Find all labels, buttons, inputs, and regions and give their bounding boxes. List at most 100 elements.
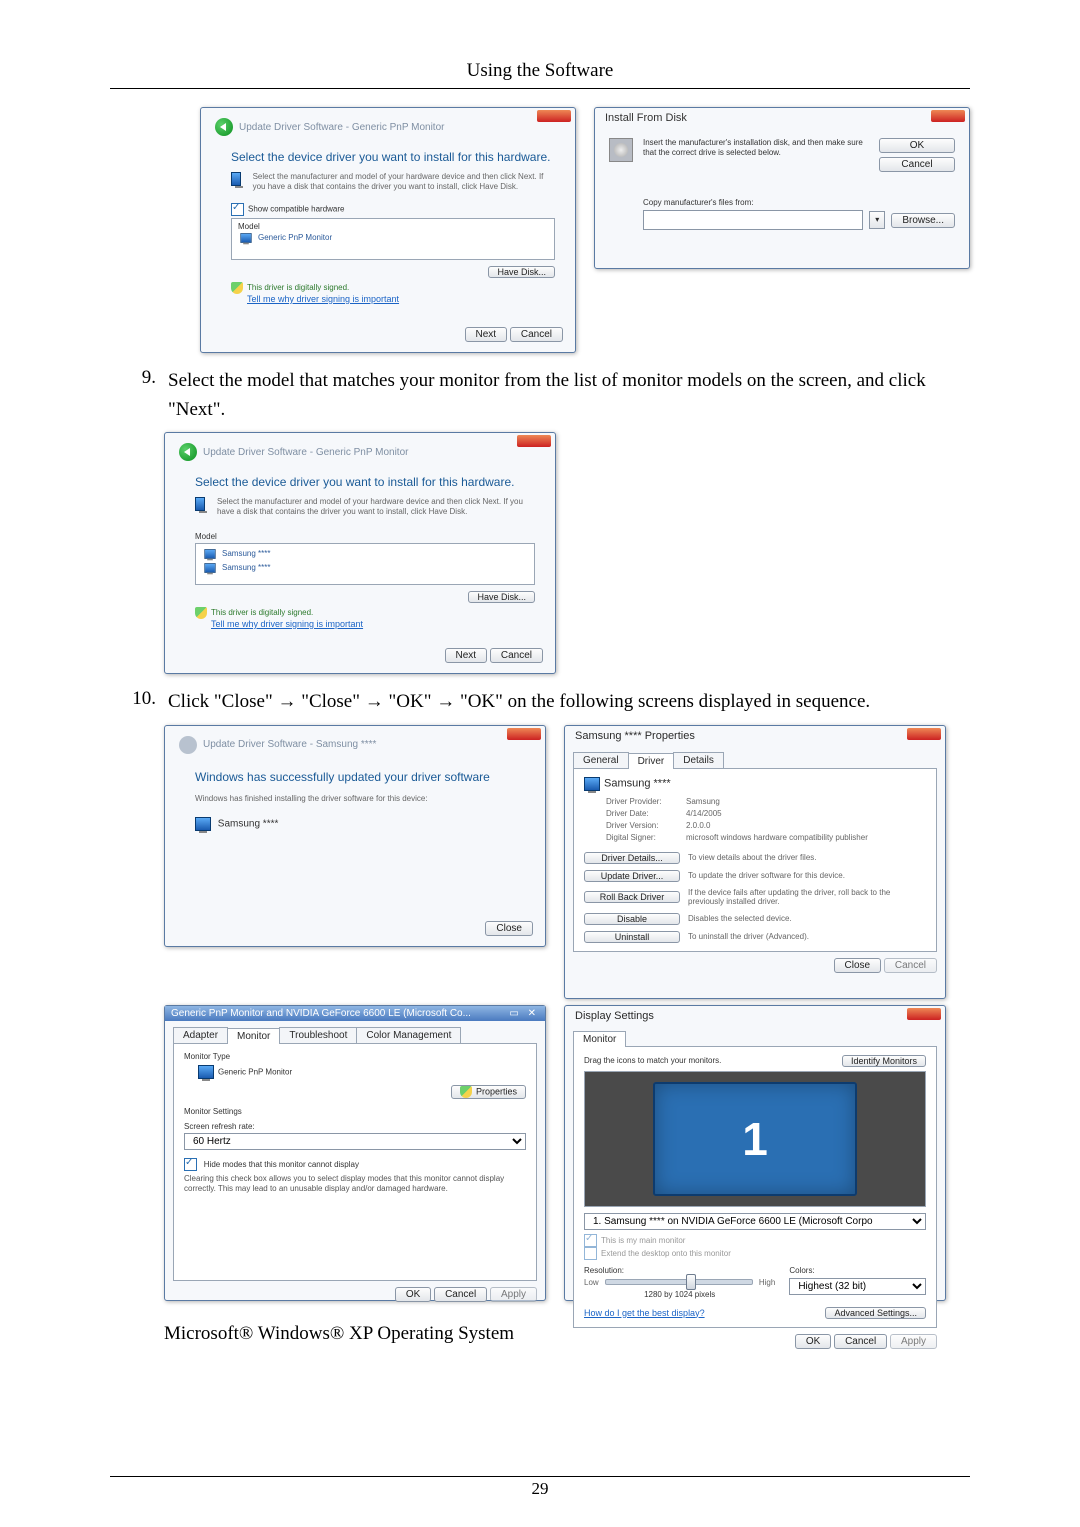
page-header-title: Using the Software	[110, 60, 970, 82]
value-signer: microsoft windows hardware compatibility…	[686, 833, 926, 842]
uninstall-text: To uninstall the driver (Advanced).	[688, 932, 926, 941]
wizard-select-driver-window: Update Driver Software - Generic PnP Mon…	[164, 432, 556, 674]
tabbar: General Driver Details	[573, 752, 937, 769]
uninstall-button[interactable]: Uninstall	[584, 931, 680, 943]
group-monitor-type: Monitor Type	[184, 1052, 526, 1061]
monitor-icon	[195, 497, 205, 511]
resolution-high: High	[759, 1278, 775, 1287]
tab-details[interactable]: Details	[673, 752, 724, 768]
header-rule	[110, 88, 970, 89]
resolution-slider[interactable]	[605, 1279, 753, 1285]
cancel-button: Cancel	[884, 958, 937, 973]
step-number: 9.	[110, 367, 168, 424]
driver-signed-text: This driver is digitally signed.	[247, 283, 349, 292]
tab-adapter[interactable]: Adapter	[173, 1027, 228, 1043]
model-row[interactable]: Samsung ****	[222, 549, 270, 558]
cancel-button[interactable]: Cancel	[490, 648, 543, 663]
next-button[interactable]: Next	[445, 648, 488, 663]
close-button[interactable]: Close	[834, 958, 882, 973]
tab-monitor[interactable]: Monitor	[227, 1028, 280, 1044]
cancel-button[interactable]: Cancel	[879, 157, 955, 172]
page-number: 29	[0, 1479, 1080, 1499]
copy-from-input[interactable]	[643, 210, 863, 230]
dialog-title: Display Settings	[565, 1006, 945, 1026]
cancel-button[interactable]: Cancel	[510, 327, 563, 342]
monitor-icon	[231, 172, 241, 186]
tab-color-management[interactable]: Color Management	[356, 1027, 461, 1043]
back-button[interactable]	[179, 443, 197, 461]
shield-icon	[460, 1086, 472, 1098]
ok-button[interactable]: OK	[395, 1287, 431, 1302]
close-icon[interactable]	[507, 728, 541, 740]
rollback-driver-text: If the device fails after updating the d…	[688, 888, 926, 907]
display-select[interactable]: 1. Samsung **** on NVIDIA GeForce 6600 L…	[584, 1213, 926, 1230]
window-controls[interactable]: ▭ ✕	[509, 1008, 539, 1019]
monitor-type-name: Generic PnP Monitor	[218, 1067, 292, 1076]
ok-button[interactable]: OK	[795, 1334, 831, 1349]
have-disk-button[interactable]: Have Disk...	[468, 591, 535, 603]
tab-troubleshoot[interactable]: Troubleshoot	[279, 1027, 357, 1043]
cancel-button[interactable]: Cancel	[834, 1334, 887, 1349]
driver-signed-text: This driver is digitally signed.	[211, 608, 313, 617]
model-row[interactable]: Generic PnP Monitor	[258, 233, 332, 242]
show-compatible-label: Show compatible hardware	[248, 204, 345, 213]
tab-general[interactable]: General	[573, 752, 629, 768]
model-row[interactable]: Samsung ****	[222, 563, 270, 572]
have-disk-button[interactable]: Have Disk...	[488, 266, 555, 278]
monitor-icon	[584, 777, 600, 791]
monitor-preview[interactable]: 1	[653, 1082, 857, 1196]
disable-button[interactable]: Disable	[584, 913, 680, 925]
dropdown-arrow-icon[interactable]: ▾	[869, 211, 885, 229]
tab-driver[interactable]: Driver	[628, 753, 675, 769]
properties-button[interactable]: Properties	[451, 1085, 526, 1099]
step-text: Click "Close" → "Close" → "OK" → "OK" on…	[168, 688, 970, 717]
close-icon[interactable]	[537, 110, 571, 122]
next-button[interactable]: Next	[465, 327, 508, 342]
driver-signing-link[interactable]: Tell me why driver signing is important	[247, 294, 555, 304]
wizard-subtext: Select the manufacturer and model of you…	[253, 172, 555, 193]
close-icon[interactable]	[517, 435, 551, 447]
value-version: 2.0.0.0	[686, 821, 926, 830]
display-settings-dialog: Display Settings Monitor Drag the icons …	[564, 1005, 946, 1301]
ok-button[interactable]: OK	[879, 138, 955, 153]
show-compatible-checkbox[interactable]	[231, 203, 244, 216]
cancel-button[interactable]: Cancel	[434, 1287, 487, 1302]
driver-properties-dialog: Samsung **** Properties General Driver D…	[564, 725, 946, 999]
wizard-subtext: Windows has finished installing the driv…	[195, 794, 525, 803]
rollback-driver-button[interactable]: Roll Back Driver	[584, 891, 680, 903]
label-provider: Driver Provider:	[606, 797, 686, 806]
monitor-icon	[240, 233, 251, 243]
close-icon[interactable]	[931, 110, 965, 122]
browse-button[interactable]: Browse...	[891, 213, 955, 228]
close-icon[interactable]	[907, 728, 941, 740]
label-resolution: Resolution:	[584, 1266, 775, 1275]
refresh-rate-select[interactable]: 60 Hertz	[184, 1133, 526, 1150]
best-display-link[interactable]: How do I get the best display?	[584, 1308, 705, 1318]
close-icon[interactable]	[907, 1008, 941, 1020]
disk-icon	[609, 138, 633, 162]
monitor-number: 1	[742, 1112, 768, 1166]
hide-modes-label: Hide modes that this monitor cannot disp…	[204, 1160, 359, 1169]
apply-button: Apply	[890, 1334, 937, 1349]
dialog-title: Samsung **** Properties	[565, 726, 945, 746]
identify-monitors-button[interactable]: Identify Monitors	[842, 1055, 926, 1067]
back-button[interactable]	[215, 118, 233, 136]
breadcrumb: Update Driver Software - Samsung ****	[203, 739, 376, 750]
update-driver-button[interactable]: Update Driver...	[584, 870, 680, 882]
advanced-settings-button[interactable]: Advanced Settings...	[825, 1307, 926, 1319]
wizard-heading: Select the device driver you want to ins…	[195, 475, 535, 489]
label-date: Driver Date:	[606, 809, 686, 818]
driver-signing-link[interactable]: Tell me why driver signing is important	[211, 619, 535, 629]
driver-details-button[interactable]: Driver Details...	[584, 852, 680, 864]
step-number: 10.	[110, 688, 168, 717]
wizard-subtext: Select the manufacturer and model of you…	[217, 497, 535, 518]
hide-modes-checkbox[interactable]	[184, 1158, 197, 1171]
install-from-disk-dialog: Install From Disk Insert the manufacture…	[594, 107, 970, 269]
colors-select[interactable]: Highest (32 bit)	[789, 1278, 926, 1295]
close-button[interactable]: Close	[485, 921, 533, 936]
main-monitor-checkbox	[584, 1234, 597, 1247]
wizard-success-window: Update Driver Software - Samsung **** Wi…	[164, 725, 546, 947]
disable-text: Disables the selected device.	[688, 914, 926, 923]
tabbar: Monitor	[573, 1030, 937, 1047]
tab-monitor[interactable]: Monitor	[573, 1031, 626, 1047]
